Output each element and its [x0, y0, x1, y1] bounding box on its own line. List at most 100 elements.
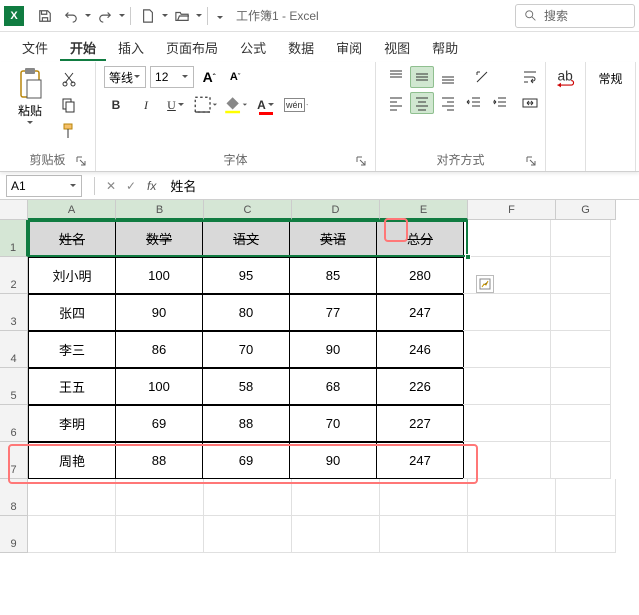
cell-G6[interactable]	[551, 405, 611, 442]
row-header-8[interactable]: 8	[0, 479, 28, 516]
cell-B8[interactable]	[116, 479, 204, 516]
align-launcher[interactable]	[525, 155, 537, 167]
cell-F8[interactable]	[468, 479, 556, 516]
cut-button[interactable]	[58, 68, 80, 90]
cell-A3[interactable]: 张四	[28, 294, 116, 331]
cell-F9[interactable]	[468, 516, 556, 553]
cell-A9[interactable]	[28, 516, 116, 553]
paste-dropdown[interactable]	[26, 119, 34, 127]
undo-dropdown[interactable]	[84, 12, 92, 20]
italic-button[interactable]: I	[134, 94, 158, 116]
cell-B9[interactable]	[116, 516, 204, 553]
new-dropdown[interactable]	[161, 12, 169, 20]
paste-label[interactable]: 粘贴	[18, 102, 42, 119]
cell-C8[interactable]	[204, 479, 292, 516]
tab-页面布局[interactable]: 页面布局	[156, 34, 228, 61]
cell-G9[interactable]	[556, 516, 616, 553]
tab-审阅[interactable]: 审阅	[326, 34, 372, 61]
tab-开始[interactable]: 开始	[60, 34, 106, 61]
increase-indent-button[interactable]	[488, 92, 512, 114]
tab-数据[interactable]: 数据	[278, 34, 324, 61]
font-launcher[interactable]	[355, 155, 367, 167]
cell-G8[interactable]	[556, 479, 616, 516]
format-painter-button[interactable]	[58, 120, 80, 142]
cell-B6[interactable]: 69	[115, 405, 203, 442]
row-header-1[interactable]: 1	[0, 220, 28, 257]
cell-B5[interactable]: 100	[115, 368, 203, 405]
redo-button[interactable]	[92, 3, 118, 29]
align-right-button[interactable]	[436, 92, 460, 114]
cell-A5[interactable]: 王五	[28, 368, 116, 405]
cell-C7[interactable]: 69	[202, 442, 290, 479]
cell-C3[interactable]: 80	[202, 294, 290, 331]
row-header-6[interactable]: 6	[0, 405, 28, 442]
cell-D7[interactable]: 90	[289, 442, 377, 479]
cell-E1[interactable]: 总分	[376, 220, 464, 257]
cell-F3[interactable]	[463, 294, 551, 331]
cell-A2[interactable]: 刘小明	[28, 257, 116, 294]
cell-E8[interactable]	[380, 479, 468, 516]
tab-视图[interactable]: 视图	[374, 34, 420, 61]
underline-button[interactable]: U	[164, 94, 188, 116]
fill-color-button[interactable]	[224, 94, 248, 116]
col-header-C[interactable]: C	[204, 200, 292, 220]
font-color-button[interactable]: A	[254, 94, 278, 116]
qat-customize[interactable]	[216, 12, 224, 20]
cell-G5[interactable]	[551, 368, 611, 405]
wrap-text-button[interactable]	[518, 66, 542, 88]
phonetic-button[interactable]: wén	[284, 94, 308, 116]
save-button[interactable]	[32, 3, 58, 29]
align-middle-button[interactable]	[410, 66, 434, 88]
col-header-A[interactable]: A	[28, 200, 116, 220]
selection-fill-handle[interactable]	[465, 254, 471, 260]
cell-D2[interactable]: 85	[289, 257, 377, 294]
col-header-G[interactable]: G	[556, 200, 616, 220]
cell-D5[interactable]: 68	[289, 368, 377, 405]
cell-C4[interactable]: 70	[202, 331, 290, 368]
cell-G1[interactable]	[551, 220, 611, 257]
cancel-formula-button[interactable]: ✕	[101, 176, 121, 196]
cell-F5[interactable]	[463, 368, 551, 405]
row-header-3[interactable]: 3	[0, 294, 28, 331]
cell-E3[interactable]: 247	[376, 294, 464, 331]
enter-formula-button[interactable]: ✓	[121, 176, 141, 196]
cell-E7[interactable]: 247	[376, 442, 464, 479]
row-header-4[interactable]: 4	[0, 331, 28, 368]
align-center-button[interactable]	[410, 92, 434, 114]
cell-B4[interactable]: 86	[115, 331, 203, 368]
cell-A8[interactable]	[28, 479, 116, 516]
cell-C1[interactable]: 语文	[202, 220, 290, 257]
open-file-button[interactable]	[169, 3, 195, 29]
cell-C9[interactable]	[204, 516, 292, 553]
number-format-label[interactable]: 常规	[598, 70, 622, 87]
cell-D3[interactable]: 77	[289, 294, 377, 331]
col-header-E[interactable]: E	[380, 200, 468, 220]
cell-G3[interactable]	[551, 294, 611, 331]
increase-font-button[interactable]: Aˆ	[198, 66, 220, 88]
cell-B3[interactable]: 90	[115, 294, 203, 331]
tab-插入[interactable]: 插入	[108, 34, 154, 61]
cell-B1[interactable]: 数学	[115, 220, 203, 257]
cell-E5[interactable]: 226	[376, 368, 464, 405]
cell-D8[interactable]	[292, 479, 380, 516]
name-box[interactable]: A1	[6, 175, 82, 197]
align-bottom-button[interactable]	[436, 66, 460, 88]
cell-G4[interactable]	[551, 331, 611, 368]
cell-F1[interactable]	[463, 220, 551, 257]
cell-F7[interactable]	[463, 442, 551, 479]
col-header-B[interactable]: B	[116, 200, 204, 220]
undo-button[interactable]	[58, 3, 84, 29]
cell-E4[interactable]: 246	[376, 331, 464, 368]
cell-C5[interactable]: 58	[202, 368, 290, 405]
paste-icon[interactable]	[16, 68, 44, 100]
border-button[interactable]	[194, 94, 218, 116]
cell-F6[interactable]	[463, 405, 551, 442]
cell-E2[interactable]: 280	[376, 257, 464, 294]
cell-A1[interactable]: 姓名	[28, 220, 116, 257]
open-dropdown[interactable]	[195, 12, 203, 20]
cell-A4[interactable]: 李三	[28, 331, 116, 368]
tab-文件[interactable]: 文件	[12, 34, 58, 61]
align-left-button[interactable]	[384, 92, 408, 114]
decrease-indent-button[interactable]	[462, 92, 486, 114]
row-header-9[interactable]: 9	[0, 516, 28, 553]
